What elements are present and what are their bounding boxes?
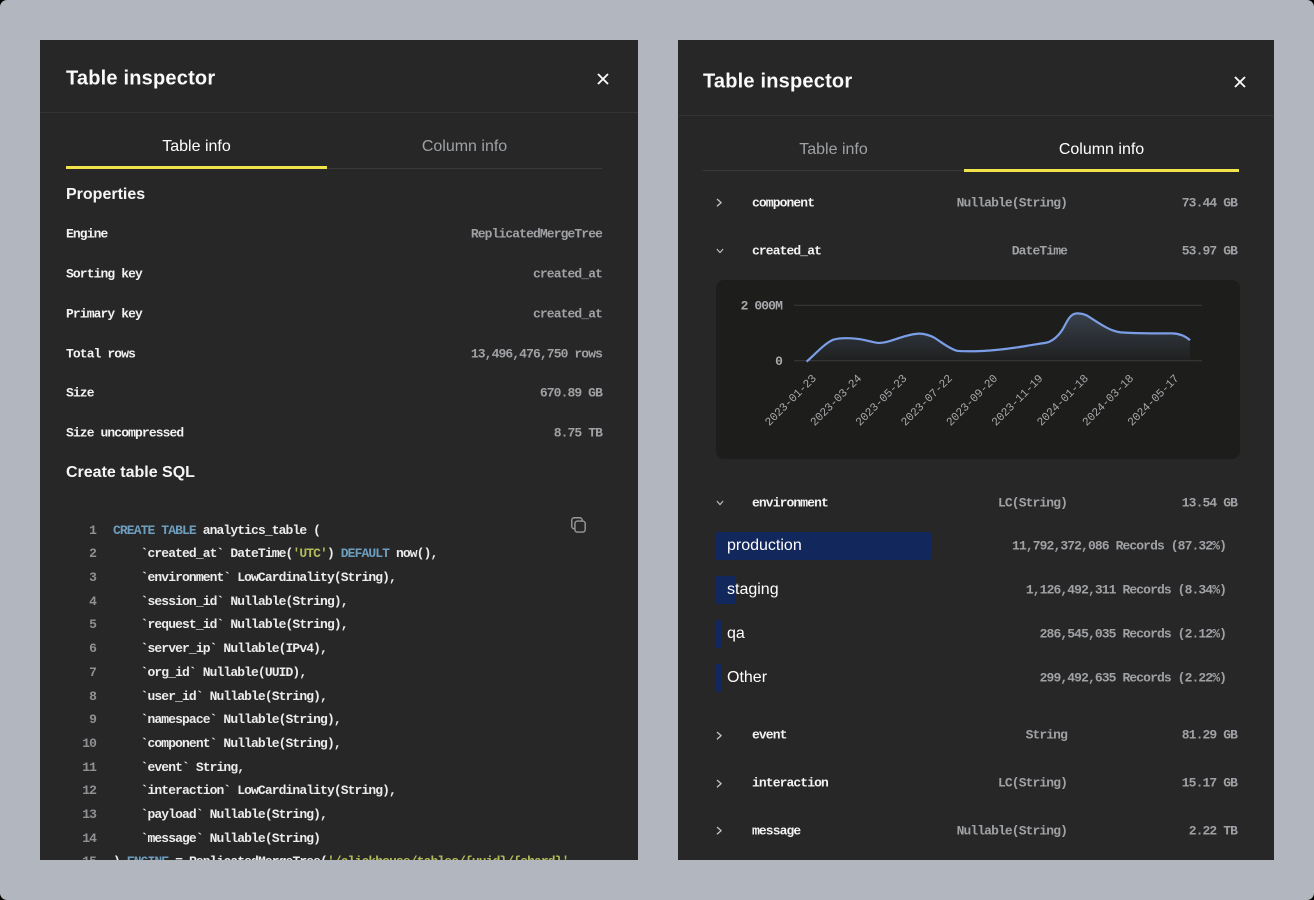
svg-text:2 000M: 2 000M — [741, 299, 784, 314]
svg-text:0: 0 — [775, 354, 783, 369]
